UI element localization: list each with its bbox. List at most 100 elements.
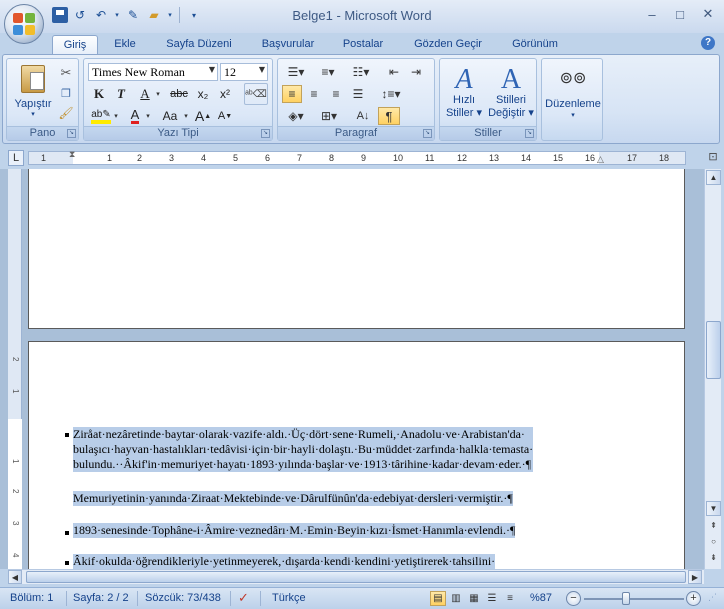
tab-giris[interactable]: Giriş (52, 35, 98, 55)
tab-basvurular[interactable]: Başvurular (252, 35, 324, 55)
tab-selector-icon[interactable]: L (8, 150, 24, 166)
font-launcher-icon[interactable]: ↘ (261, 129, 270, 138)
right-indent-marker[interactable]: △ (597, 154, 604, 165)
office-button[interactable] (4, 4, 44, 44)
paragraph-2[interactable]: Memuriyetinin·yanında·Ziraat·Mektebinde·… (73, 491, 513, 506)
scroll-right-icon[interactable]: ▶ (688, 570, 702, 584)
highlight-dropdown-icon[interactable]: ▾ (112, 107, 120, 125)
zoom-level[interactable]: %87 (530, 592, 552, 604)
increase-indent-icon[interactable]: ⇥ (406, 63, 426, 81)
repeat-icon[interactable]: ↺ (71, 6, 89, 24)
font-color-dropdown-icon[interactable]: ▾ (144, 107, 152, 125)
tab-sayfa-duzeni[interactable]: Sayfa Düzeni (158, 35, 240, 55)
open-icon[interactable]: ▰ (145, 6, 163, 24)
page-indicator[interactable]: Sayfa: 2 / 2 (73, 592, 129, 604)
save-icon[interactable] (52, 7, 68, 23)
cut-icon[interactable]: ✂ (57, 65, 75, 81)
zoom-slider-thumb[interactable] (622, 592, 630, 605)
tab-gorunum[interactable]: Görünüm (502, 35, 568, 55)
spelling-check-icon[interactable]: ✓ (238, 590, 249, 606)
align-right-icon[interactable]: ≡ (326, 85, 346, 103)
change-styles-button[interactable]: A Stilleri Değiştir ▾ (488, 61, 534, 125)
justify-icon[interactable]: ☰ (348, 85, 368, 103)
underline-dropdown-icon[interactable]: ▾ (154, 85, 162, 103)
strikethrough-button[interactable]: abc (168, 85, 190, 103)
tab-postalar[interactable]: Postalar (334, 35, 392, 55)
next-page-icon[interactable]: ⇟ (706, 551, 721, 566)
grow-font-button[interactable]: A ▲ (194, 107, 212, 125)
sort-icon[interactable]: A↓ (352, 107, 374, 125)
paragraph-4[interactable]: Âkif·okulda·öğrendikleriyle·yetinmeyerek… (73, 554, 496, 569)
shrink-font-button[interactable]: A ▼ (216, 107, 234, 125)
paste-button[interactable]: Yapıştır ▾ (11, 63, 55, 119)
paragraph-launcher-icon[interactable]: ↘ (423, 129, 432, 138)
language-indicator[interactable]: Türkçe (272, 592, 306, 604)
styles-launcher-icon[interactable]: ↘ (525, 129, 534, 138)
first-line-indent-marker[interactable]: ⧗ (69, 149, 75, 160)
copy-icon[interactable]: ❐ (57, 85, 75, 101)
align-center-icon[interactable]: ≡ (304, 85, 324, 103)
font-name-dropdown-icon[interactable]: ▼ (209, 65, 215, 74)
horizontal-scrollbar[interactable]: ◀ ▶ (8, 569, 704, 584)
multilevel-list-icon[interactable]: ☷▾ (346, 63, 376, 81)
zoom-slider-track[interactable] (584, 598, 684, 600)
outline-view-icon[interactable]: ☰ (484, 591, 500, 606)
bold-button[interactable]: K (90, 85, 108, 103)
clear-formatting-icon[interactable]: ᵃᵇ⌫ (244, 83, 268, 105)
scroll-left-icon[interactable]: ◀ (8, 570, 22, 584)
quick-styles-button[interactable]: A Hızlı Stiller ▾ (442, 61, 486, 125)
document-area[interactable]: 2 1 1 2 3 4 Ziråat·nezâretinde·baytar·ol… (0, 169, 704, 569)
resize-grip-icon[interactable]: ⋰ (708, 592, 717, 603)
line-spacing-icon[interactable]: ↕≡▾ (376, 85, 406, 103)
font-name-combo[interactable]: Times New Roman ▼ (88, 63, 218, 81)
section-indicator[interactable]: Bölüm: 1 (10, 592, 53, 604)
shading-icon[interactable]: ◈▾ (282, 107, 310, 125)
italic-button[interactable]: T (112, 85, 130, 103)
previous-page-icon[interactable]: ⇞ (706, 519, 721, 534)
web-layout-view-icon[interactable]: ▦ (466, 591, 482, 606)
change-case-dropdown-icon[interactable]: ▾ (182, 107, 190, 125)
horizontal-scroll-thumb[interactable] (26, 571, 686, 583)
superscript-button[interactable]: x² (216, 85, 234, 103)
print-layout-view-icon[interactable]: ▤ (430, 591, 446, 606)
zoom-in-icon[interactable]: + (686, 591, 701, 606)
close-button[interactable]: ✕ (698, 6, 718, 22)
help-icon[interactable]: ? (701, 36, 715, 50)
view-ruler-icon[interactable]: ⊡ (706, 150, 720, 166)
numbering-icon[interactable]: ≡▾ (314, 63, 342, 81)
page-2[interactable]: Ziråat·nezâretinde·baytar·olarak·vazife·… (28, 341, 685, 569)
change-case-button[interactable]: Aa (158, 107, 182, 125)
font-color-icon[interactable]: A (126, 107, 144, 125)
customize-icon[interactable]: ▾ (185, 6, 203, 24)
full-screen-reading-view-icon[interactable]: ▥ (448, 591, 464, 606)
vertical-scroll-thumb[interactable] (706, 321, 721, 379)
scroll-down-icon[interactable]: ▼ (706, 501, 721, 516)
tab-ekle[interactable]: Ekle (104, 35, 146, 55)
vertical-scrollbar[interactable]: ▲ ▼ ⇞ ○ ⇟ (704, 169, 721, 569)
paragraph-3[interactable]: 1893·senesinde·Tophâne-i·Âmire·veznedârı… (73, 523, 516, 538)
word-count[interactable]: Sözcük: 73/438 (145, 592, 221, 604)
subscript-button[interactable]: x₂ (194, 85, 212, 103)
paragraph-1[interactable]: Ziråat·nezâretinde·baytar·olarak·vazife·… (73, 427, 534, 472)
show-formatting-icon[interactable]: ¶ (378, 107, 400, 125)
undo-icon[interactable]: ↶ (92, 6, 110, 24)
maximize-button[interactable]: □ (670, 6, 690, 22)
align-left-icon[interactable]: ≡ (282, 85, 302, 103)
select-browse-object-icon[interactable]: ○ (706, 535, 721, 550)
format-painter-icon[interactable]: 🖌 (57, 105, 75, 121)
horizontal-ruler[interactable]: 1 2 1 2 3 4 5 6 7 8 9 10 11 12 13 14 15 … (28, 149, 686, 165)
font-size-dropdown-icon[interactable]: ▼ (259, 65, 265, 74)
borders-icon[interactable]: ⊞▾ (314, 107, 344, 125)
scroll-up-icon[interactable]: ▲ (706, 170, 721, 185)
page-1[interactable] (28, 169, 685, 329)
clipboard-launcher-icon[interactable]: ↘ (67, 129, 76, 138)
open-dropdown-icon[interactable]: ▾ (166, 6, 174, 24)
decrease-indent-icon[interactable]: ⇤ (384, 63, 404, 81)
minimize-button[interactable]: – (642, 6, 662, 22)
highlight-icon[interactable]: ab✎ (90, 107, 112, 125)
bullets-icon[interactable]: ☰▾ (282, 63, 310, 81)
tab-gozden-gecir[interactable]: Gözden Geçir (404, 35, 492, 55)
font-size-combo[interactable]: 12 ▼ (220, 63, 268, 81)
undo-dropdown-icon[interactable]: ▾ (113, 6, 121, 24)
underline-button[interactable]: A (136, 85, 154, 103)
